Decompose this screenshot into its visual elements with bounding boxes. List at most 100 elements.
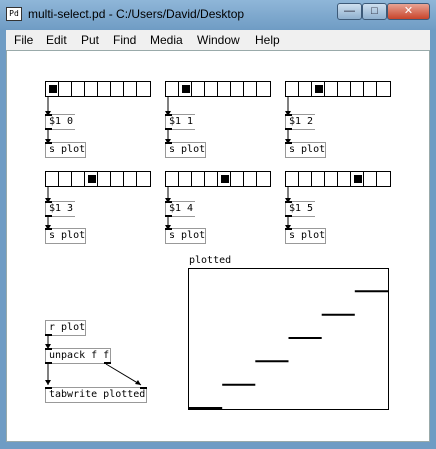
radio-cell[interactable] [179,172,192,186]
radio-cell[interactable] [312,82,325,96]
radio-cell[interactable] [124,82,137,96]
minimize-button[interactable]: — [337,3,362,20]
array-graph[interactable] [188,268,389,410]
message-box-1[interactable]: $1 1 [165,114,195,130]
radio-cell[interactable] [244,172,257,186]
menu-edit[interactable]: Edit [46,33,67,47]
radio-cell[interactable] [286,82,299,96]
object-text: s plot [289,230,326,241]
object-text: s plot [49,230,86,241]
radio-cell[interactable] [59,82,72,96]
radio-cell[interactable] [377,82,390,96]
radio-cell[interactable] [166,172,179,186]
receive-object[interactable]: r plot [45,320,86,336]
menu-media[interactable]: Media [150,33,183,47]
radio-cell[interactable] [137,82,150,96]
object-text: r plot [49,322,86,333]
send-object-1[interactable]: s plot [165,142,206,158]
array-plot[interactable] [189,269,388,409]
radio-cell[interactable] [351,172,364,186]
hradio-1[interactable] [165,81,271,97]
radio-cell[interactable] [218,172,231,186]
menu-help[interactable]: Help [255,33,280,47]
radio-cell[interactable] [192,82,205,96]
radio-cell[interactable] [59,172,72,186]
radio-cell[interactable] [205,172,218,186]
radio-cell[interactable] [257,172,270,186]
hradio-5[interactable] [285,171,391,187]
object-text: s plot [169,144,206,155]
message-text: $1 2 [289,116,314,127]
hradio-3[interactable] [45,171,151,187]
message-text: $1 0 [49,116,74,127]
radio-cell[interactable] [179,82,192,96]
radio-cell[interactable] [46,172,59,186]
message-box-0[interactable]: $1 0 [45,114,75,130]
radio-cell[interactable] [205,82,218,96]
menu-file[interactable]: File [14,33,33,47]
radio-cell[interactable] [286,172,299,186]
radio-cell[interactable] [377,172,390,186]
radio-cell[interactable] [364,82,377,96]
radio-cell[interactable] [111,172,124,186]
radio-cell[interactable] [137,172,150,186]
radio-cell[interactable] [364,172,377,186]
radio-cell[interactable] [244,82,257,96]
object-text: s plot [49,144,86,155]
send-object-3[interactable]: s plot [45,228,86,244]
menu-bar: File Edit Put Find Media Window Help [6,30,430,50]
send-object-0[interactable]: s plot [45,142,86,158]
radio-cell[interactable] [111,82,124,96]
menu-window[interactable]: Window [197,33,240,47]
radio-cell[interactable] [338,82,351,96]
radio-cell[interactable] [46,82,59,96]
radio-cell[interactable] [98,172,111,186]
radio-cell[interactable] [257,82,270,96]
send-object-2[interactable]: s plot [285,142,326,158]
radio-cell[interactable] [299,82,312,96]
radio-cell[interactable] [338,172,351,186]
menu-put[interactable]: Put [81,33,99,47]
radio-cell[interactable] [231,82,244,96]
send-object-5[interactable]: s plot [285,228,326,244]
radio-cell[interactable] [312,172,325,186]
message-box-5[interactable]: $1 5 [285,201,315,217]
maximize-button[interactable]: □ [362,3,387,20]
hradio-4[interactable] [165,171,271,187]
tabwrite-object[interactable]: tabwrite plotted [45,387,147,403]
radio-cell[interactable] [98,82,111,96]
object-text: unpack f f [49,350,110,361]
message-box-2[interactable]: $1 2 [285,114,315,130]
radio-cell[interactable] [72,172,85,186]
pd-window: Pd multi-select.pd - C:/Users/David/Desk… [0,0,436,449]
window-title: multi-select.pd - C:/Users/David/Desktop [28,7,245,21]
menu-find[interactable]: Find [113,33,136,47]
pd-app-icon: Pd [6,7,22,21]
message-box-4[interactable]: $1 4 [165,201,195,217]
object-text: tabwrite plotted [49,389,146,400]
radio-cell[interactable] [299,172,312,186]
unpack-object[interactable]: unpack f f [45,348,111,364]
radio-cell[interactable] [192,172,205,186]
message-text: $1 4 [169,203,194,214]
hradio-0[interactable] [45,81,151,97]
object-text: s plot [289,144,326,155]
radio-cell[interactable] [351,82,364,96]
radio-cell[interactable] [166,82,179,96]
title-bar[interactable]: Pd multi-select.pd - C:/Users/David/Desk… [0,0,436,28]
object-text: s plot [169,230,206,241]
radio-cell[interactable] [124,172,137,186]
patch-canvas[interactable]: $1 0 $1 1 $1 2 $1 3 $1 4 $1 5 s plot s p… [6,50,430,442]
radio-cell[interactable] [325,82,338,96]
close-button[interactable]: ✕ [387,3,430,20]
message-text: $1 1 [169,116,194,127]
radio-cell[interactable] [218,82,231,96]
hradio-2[interactable] [285,81,391,97]
radio-cell[interactable] [85,172,98,186]
send-object-4[interactable]: s plot [165,228,206,244]
radio-cell[interactable] [72,82,85,96]
message-box-3[interactable]: $1 3 [45,201,75,217]
radio-cell[interactable] [325,172,338,186]
radio-cell[interactable] [85,82,98,96]
radio-cell[interactable] [231,172,244,186]
